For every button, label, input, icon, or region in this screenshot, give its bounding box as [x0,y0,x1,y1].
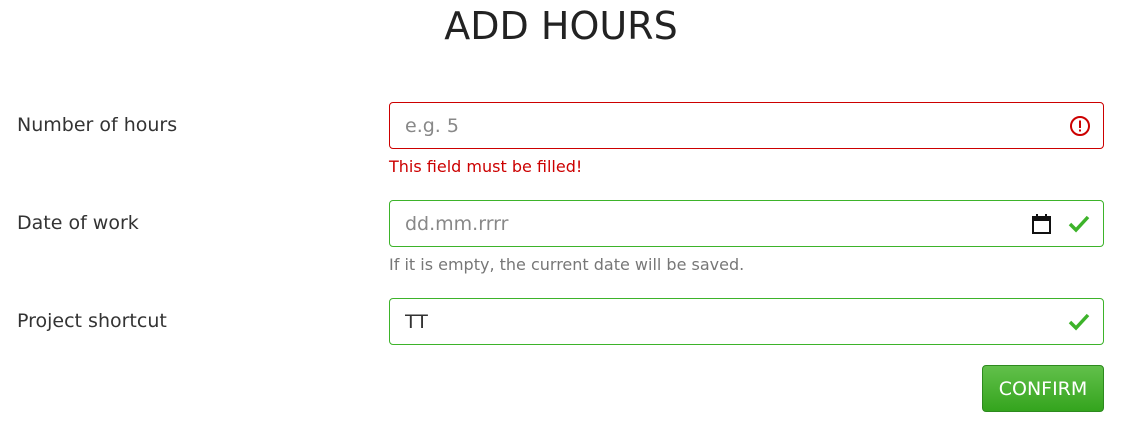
page-title: ADD HOURS [444,4,678,48]
check-icon [1068,215,1090,233]
date-hint: If it is empty, the current date will be… [389,255,745,274]
hours-label: Number of hours [17,114,178,136]
exclamation-circle-icon [1070,116,1090,136]
date-label: Date of work [17,212,139,234]
hours-error-message: This field must be filled! [389,157,583,176]
hours-input[interactable] [389,102,1104,149]
project-input[interactable] [389,298,1104,345]
check-icon [1068,313,1090,331]
project-label: Project shortcut [17,310,167,332]
confirm-button[interactable]: CONFIRM [982,365,1104,412]
date-input[interactable] [389,200,1104,247]
calendar-icon[interactable] [1031,213,1052,235]
